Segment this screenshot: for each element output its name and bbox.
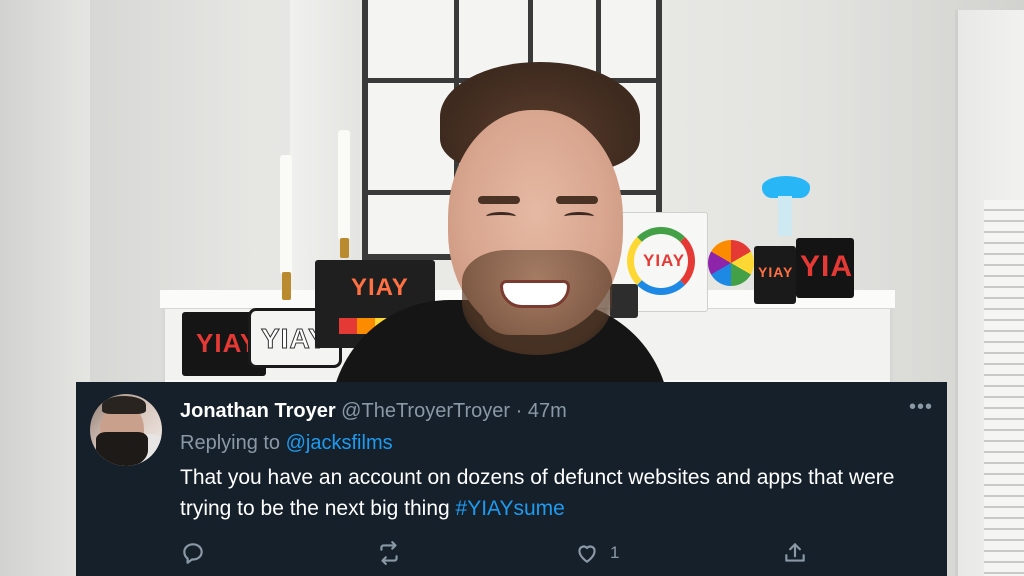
more-icon[interactable]: ••• [909, 396, 933, 419]
closed-eye [564, 212, 594, 221]
yiay-block: YIA [796, 238, 854, 298]
yiay-small-box: YIAY [754, 246, 796, 304]
retweet-icon [380, 541, 398, 565]
small-game-box [610, 284, 638, 318]
tweet-actions: 1 [180, 540, 820, 568]
louvered-door [984, 200, 1024, 576]
reply-button[interactable] [180, 540, 206, 566]
whale-tail-figure [762, 176, 810, 198]
like-button[interactable]: 1 [574, 540, 619, 566]
author-handle[interactable]: @TheTroyerTroyer [341, 400, 510, 422]
person-smile [500, 280, 570, 308]
tweet-card[interactable]: Jonathan Troyer @TheTroyerTroyer · 47m •… [76, 382, 947, 576]
candle [280, 155, 292, 275]
hashtag-link[interactable]: #YIAYsume [456, 497, 565, 520]
author-name[interactable]: Jonathan Troyer [180, 400, 336, 422]
retweet-button[interactable] [376, 540, 402, 566]
tweet-timestamp[interactable]: 47m [528, 400, 567, 422]
header-separator: · [515, 400, 523, 422]
closed-eye [486, 212, 516, 221]
candle [338, 130, 350, 240]
share-button[interactable] [782, 540, 808, 566]
tweet-text: That you have an account on dozens of de… [180, 462, 920, 524]
replying-prefix: Replying to [180, 432, 281, 454]
reply-icon [183, 543, 203, 564]
like-count: 1 [610, 543, 620, 562]
replying-to: Replying to @jacksfilms [180, 430, 393, 456]
tweet-header: Jonathan Troyer @TheTroyerTroyer · 47m [180, 398, 567, 424]
like-icon [578, 545, 596, 563]
avatar[interactable] [90, 394, 162, 466]
prize-wheel [708, 240, 754, 286]
share-icon [785, 543, 805, 562]
replying-mention-link[interactable]: @jacksfilms [286, 432, 393, 454]
